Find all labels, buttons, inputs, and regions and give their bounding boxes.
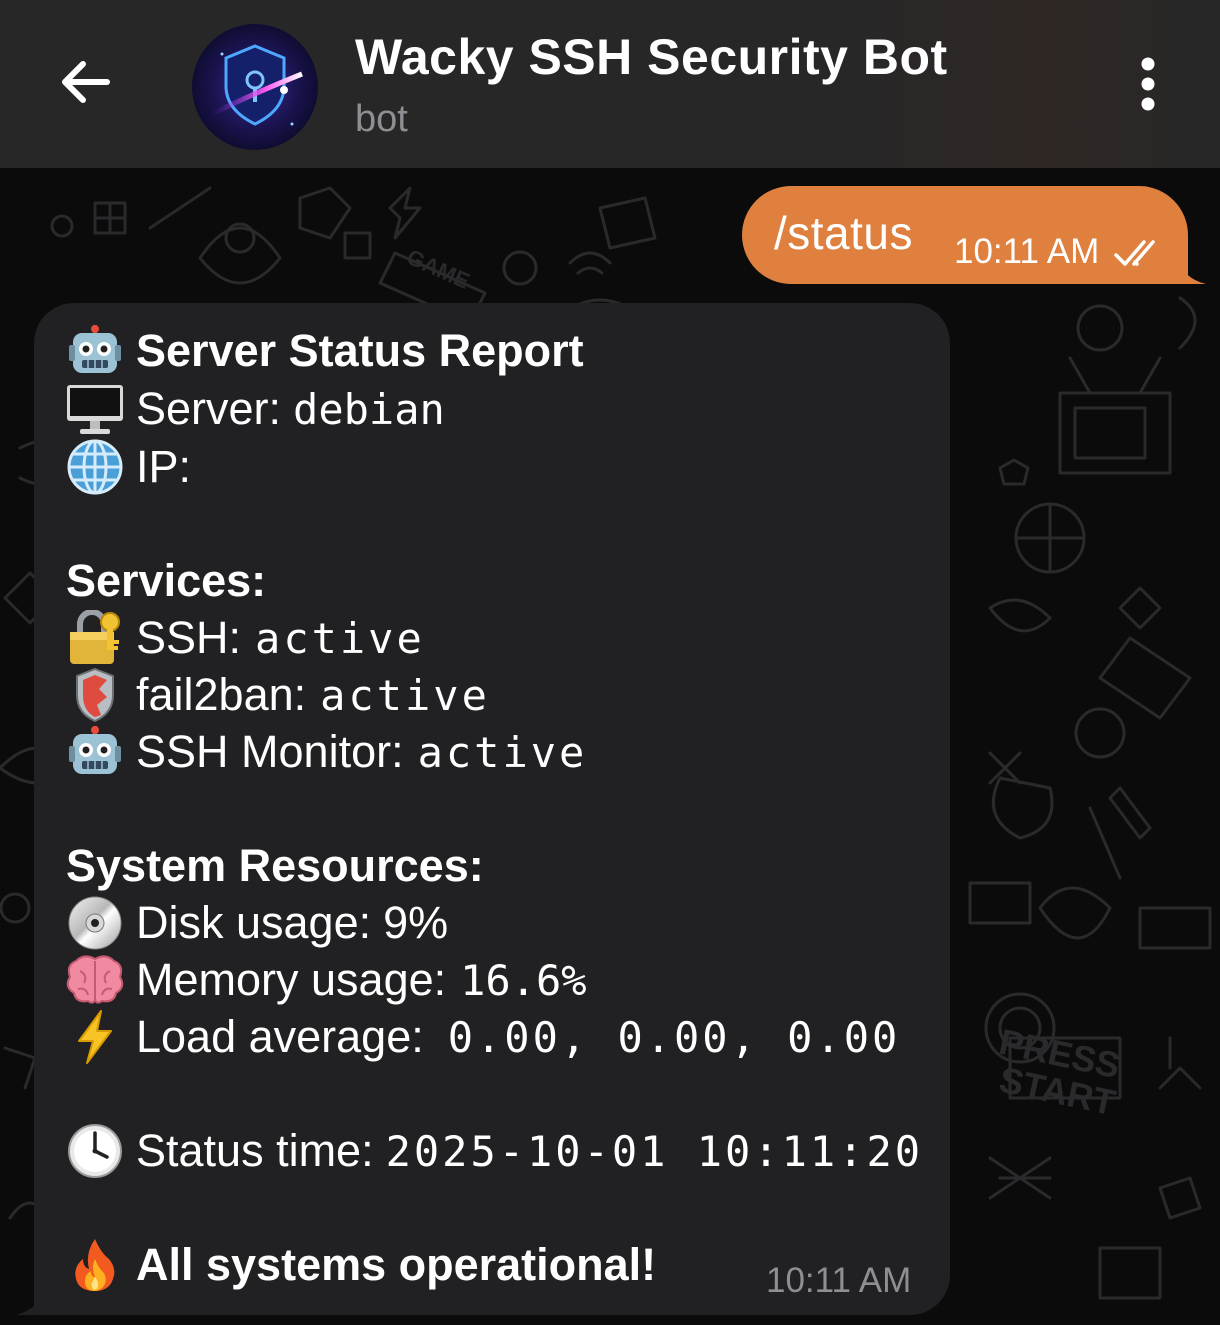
load-average-value: 0.00, 0.00, 0.00 [447, 1012, 901, 1062]
status-time-label: Status time: [136, 1125, 374, 1176]
robot-icon [66, 724, 124, 780]
report-heading: Server Status Report [136, 325, 584, 376]
status-time-value: 2025-10-01 10:11:20 [385, 1126, 924, 1176]
globe-icon [66, 439, 124, 495]
more-vertical-icon [1138, 56, 1158, 117]
brain-icon [66, 952, 124, 1008]
summary-line: All systems operational! [66, 1237, 656, 1293]
chat-title[interactable]: Wacky SSH Security Bot [355, 28, 948, 86]
service-row: SSH: active [66, 610, 425, 666]
outgoing-message-text: /status [774, 207, 914, 259]
ip-line: IP: [66, 439, 191, 495]
summary-text: All systems operational! [136, 1239, 657, 1290]
lock-with-key-icon [66, 610, 124, 666]
service-label: fail2ban: [136, 669, 307, 720]
outgoing-message-time: 10:11 AM [954, 232, 1100, 271]
incoming-message-time: 10:11 AM [766, 1261, 912, 1300]
service-status: active [417, 727, 588, 777]
clock-icon [66, 1123, 124, 1179]
robot-icon [66, 323, 124, 379]
service-label: SSH Monitor: [136, 726, 404, 777]
fire-icon [66, 1237, 124, 1293]
arrow-left-icon [57, 58, 111, 111]
server-value: debian [293, 384, 445, 434]
disk-usage-value: 9% [383, 897, 449, 948]
more-options-button[interactable] [1124, 54, 1172, 118]
chat-subtitle: bot [355, 98, 408, 140]
disc-icon [66, 895, 124, 951]
service-label: SSH: [136, 612, 242, 663]
resource-row: Disk usage: 9% [66, 895, 448, 951]
bot-avatar[interactable] [192, 24, 318, 150]
resource-label: Disk usage: [136, 897, 372, 948]
service-status: active [255, 613, 425, 663]
lightning-icon [66, 1009, 124, 1065]
server-line: Server: debian [66, 381, 445, 437]
resource-row: Memory usage: 16.6% [66, 952, 587, 1008]
double-check-icon [1114, 238, 1166, 273]
service-status: active [320, 670, 490, 720]
chat-header: Wacky SSH Security Bot bot [0, 0, 1220, 168]
memory-usage-value: 16.6% [460, 955, 587, 1005]
shield-icon [66, 667, 124, 723]
services-title: Services: [66, 555, 267, 606]
report-heading-line: Server Status Report [66, 323, 584, 379]
ip-label: IP: [136, 441, 192, 492]
resources-title: System Resources: [66, 840, 484, 891]
resource-row: Load average: 0.00, 0.00, 0.00 [66, 1009, 900, 1065]
incoming-message[interactable]: Server Status Report Server: debian IP: … [34, 303, 950, 1315]
outgoing-message[interactable]: /status 10:11 AM [742, 186, 1188, 284]
resource-label: Load average: [136, 1011, 424, 1062]
status-time-line: Status time: 2025-10-01 10:11:20 [66, 1123, 923, 1179]
service-row: fail2ban: active [66, 667, 490, 723]
resource-label: Memory usage: [136, 954, 447, 1005]
back-button[interactable] [52, 52, 116, 116]
desktop-computer-icon [66, 381, 124, 437]
server-label: Server: [136, 383, 282, 434]
svg-text:GAME: GAME [403, 244, 473, 294]
service-row: SSH Monitor: active [66, 724, 587, 780]
